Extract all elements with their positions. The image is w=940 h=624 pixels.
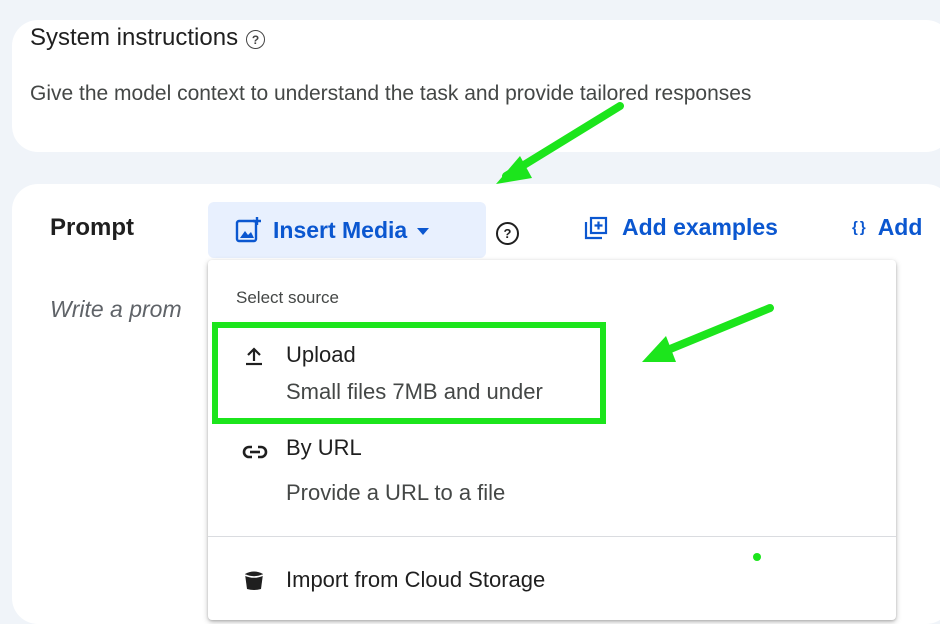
- insert-media-menu: Select source Upload Small files 7MB and…: [208, 260, 896, 620]
- add-photo-icon: [235, 216, 263, 244]
- code-braces-icon: {}: [852, 219, 868, 236]
- add-examples-label: Add examples: [622, 214, 778, 240]
- menu-divider: [208, 536, 896, 537]
- menu-item-by-url[interactable]: By URL Provide a URL to a file: [208, 428, 896, 514]
- menu-item-subtitle: Provide a URL to a file: [286, 480, 506, 505]
- dropdown-caret-icon: [417, 227, 430, 235]
- annotation-dot: [753, 553, 761, 561]
- menu-item-subtitle: Small files 7MB and under: [286, 379, 543, 404]
- help-icon[interactable]: ?: [246, 30, 266, 49]
- add-box-icon: [584, 216, 608, 240]
- menu-item-title: Upload: [286, 342, 356, 367]
- system-instructions-title-text: System instructions: [30, 24, 239, 51]
- menu-header: Select source: [236, 288, 339, 307]
- menu-item-upload[interactable]: Upload Small files 7MB and under: [208, 332, 896, 418]
- menu-item-title: By URL: [286, 435, 362, 460]
- prompt-label: Prompt: [50, 214, 134, 241]
- add-code-label: Add: [877, 214, 923, 240]
- insert-media-label: Insert Media: [273, 216, 408, 243]
- help-icon[interactable]: ?: [496, 222, 519, 245]
- upload-icon: [242, 344, 266, 368]
- add-examples-button[interactable]: Add examples: [584, 214, 778, 241]
- insert-media-button[interactable]: Insert Media: [208, 202, 486, 258]
- menu-item-import-cloud-storage[interactable]: Import from Cloud Storage: [208, 558, 896, 608]
- prompt-input[interactable]: Write a prom: [50, 296, 182, 323]
- add-code-button[interactable]: {} Add: [852, 214, 922, 241]
- cloud-storage-icon: [242, 568, 266, 592]
- link-icon: [242, 440, 268, 464]
- menu-item-title: Import from Cloud Storage: [286, 567, 546, 592]
- system-instructions-description[interactable]: Give the model context to understand the…: [30, 82, 751, 106]
- system-instructions-title: System instructions ?: [30, 24, 266, 52]
